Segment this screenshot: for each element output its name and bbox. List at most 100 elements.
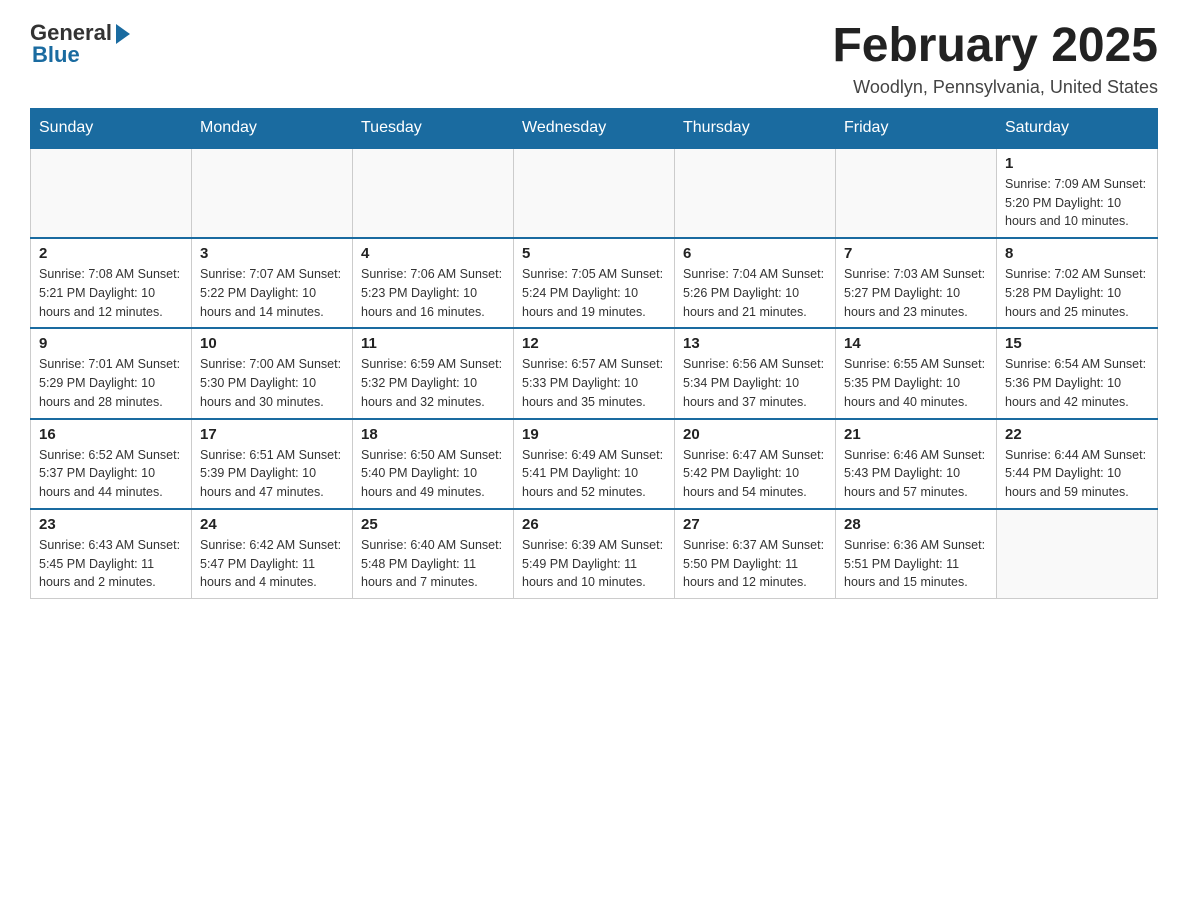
day-info: Sunrise: 6:47 AM Sunset: 5:42 PM Dayligh… [683, 446, 827, 502]
calendar-week-row: 1 Sunrise: 7:09 AM Sunset: 5:20 PM Daylig… [31, 148, 1158, 238]
day-number: 12 [522, 335, 666, 352]
calendar-cell: 21 Sunrise: 6:46 AM Sunset: 5:43 PM Dayli… [836, 419, 997, 509]
day-info: Sunrise: 7:05 AM Sunset: 5:24 PM Dayligh… [522, 265, 666, 321]
calendar-cell: 11 Sunrise: 6:59 AM Sunset: 5:32 PM Dayli… [353, 328, 514, 418]
calendar-cell: 2 Sunrise: 7:08 AM Sunset: 5:21 PM Daylig… [31, 238, 192, 328]
day-number: 21 [844, 426, 988, 443]
day-info: Sunrise: 6:52 AM Sunset: 5:37 PM Dayligh… [39, 446, 183, 502]
month-title: February 2025 [832, 20, 1158, 73]
day-number: 16 [39, 426, 183, 443]
day-info: Sunrise: 7:04 AM Sunset: 5:26 PM Dayligh… [683, 265, 827, 321]
day-info: Sunrise: 6:56 AM Sunset: 5:34 PM Dayligh… [683, 355, 827, 411]
calendar-day-header: Monday [192, 108, 353, 148]
calendar-cell [31, 148, 192, 238]
calendar-cell: 14 Sunrise: 6:55 AM Sunset: 5:35 PM Dayli… [836, 328, 997, 418]
calendar-table: SundayMondayTuesdayWednesdayThursdayFrid… [30, 108, 1158, 599]
calendar-cell: 23 Sunrise: 6:43 AM Sunset: 5:45 PM Dayli… [31, 509, 192, 599]
calendar-cell [675, 148, 836, 238]
calendar-cell: 22 Sunrise: 6:44 AM Sunset: 5:44 PM Dayli… [997, 419, 1158, 509]
day-number: 4 [361, 245, 505, 262]
day-info: Sunrise: 6:57 AM Sunset: 5:33 PM Dayligh… [522, 355, 666, 411]
calendar-cell: 17 Sunrise: 6:51 AM Sunset: 5:39 PM Dayli… [192, 419, 353, 509]
calendar-cell: 25 Sunrise: 6:40 AM Sunset: 5:48 PM Dayli… [353, 509, 514, 599]
calendar-cell: 13Sunrise: 6:56 AM Sunset: 5:34 PM Dayli… [675, 328, 836, 418]
calendar-cell: 19 Sunrise: 6:49 AM Sunset: 5:41 PM Dayli… [514, 419, 675, 509]
day-info: Sunrise: 6:50 AM Sunset: 5:40 PM Dayligh… [361, 446, 505, 502]
calendar-week-row: 9 Sunrise: 7:01 AM Sunset: 5:29 PM Daylig… [31, 328, 1158, 418]
calendar-header-row: SundayMondayTuesdayWednesdayThursdayFrid… [31, 108, 1158, 148]
title-section: February 2025 Woodlyn, Pennsylvania, Uni… [832, 20, 1158, 98]
day-info: Sunrise: 6:39 AM Sunset: 5:49 PM Dayligh… [522, 536, 666, 592]
calendar-cell: 28 Sunrise: 6:36 AM Sunset: 5:51 PM Dayli… [836, 509, 997, 599]
day-number: 22 [1005, 426, 1149, 443]
calendar-cell [997, 509, 1158, 599]
logo-blue-text: Blue [32, 42, 80, 68]
calendar-cell: 10Sunrise: 7:00 AM Sunset: 5:30 PM Dayli… [192, 328, 353, 418]
day-number: 8 [1005, 245, 1149, 262]
day-info: Sunrise: 6:55 AM Sunset: 5:35 PM Dayligh… [844, 355, 988, 411]
day-info: Sunrise: 7:08 AM Sunset: 5:21 PM Dayligh… [39, 265, 183, 321]
day-number: 25 [361, 516, 505, 533]
day-info: Sunrise: 6:51 AM Sunset: 5:39 PM Dayligh… [200, 446, 344, 502]
calendar-cell: 5 Sunrise: 7:05 AM Sunset: 5:24 PM Daylig… [514, 238, 675, 328]
calendar-cell: 7Sunrise: 7:03 AM Sunset: 5:27 PM Daylig… [836, 238, 997, 328]
day-info: Sunrise: 6:37 AM Sunset: 5:50 PM Dayligh… [683, 536, 827, 592]
day-info: Sunrise: 6:36 AM Sunset: 5:51 PM Dayligh… [844, 536, 988, 592]
day-number: 20 [683, 426, 827, 443]
day-number: 1 [1005, 155, 1149, 172]
day-info: Sunrise: 6:59 AM Sunset: 5:32 PM Dayligh… [361, 355, 505, 411]
calendar-cell [353, 148, 514, 238]
calendar-cell: 27 Sunrise: 6:37 AM Sunset: 5:50 PM Dayli… [675, 509, 836, 599]
day-number: 14 [844, 335, 988, 352]
calendar-day-header: Thursday [675, 108, 836, 148]
day-number: 17 [200, 426, 344, 443]
calendar-week-row: 2 Sunrise: 7:08 AM Sunset: 5:21 PM Daylig… [31, 238, 1158, 328]
day-info: Sunrise: 7:07 AM Sunset: 5:22 PM Dayligh… [200, 265, 344, 321]
day-number: 11 [361, 335, 505, 352]
calendar-cell: 24 Sunrise: 6:42 AM Sunset: 5:47 PM Dayli… [192, 509, 353, 599]
day-info: Sunrise: 7:01 AM Sunset: 5:29 PM Dayligh… [39, 355, 183, 411]
calendar-cell: 20 Sunrise: 6:47 AM Sunset: 5:42 PM Dayli… [675, 419, 836, 509]
day-number: 28 [844, 516, 988, 533]
day-number: 23 [39, 516, 183, 533]
logo: General Blue [30, 20, 130, 68]
day-info: Sunrise: 6:54 AM Sunset: 5:36 PM Dayligh… [1005, 355, 1149, 411]
calendar-day-header: Tuesday [353, 108, 514, 148]
day-number: 5 [522, 245, 666, 262]
location-text: Woodlyn, Pennsylvania, United States [832, 77, 1158, 98]
calendar-cell: 15 Sunrise: 6:54 AM Sunset: 5:36 PM Dayli… [997, 328, 1158, 418]
calendar-cell: 18Sunrise: 6:50 AM Sunset: 5:40 PM Dayli… [353, 419, 514, 509]
day-info: Sunrise: 6:43 AM Sunset: 5:45 PM Dayligh… [39, 536, 183, 592]
day-number: 27 [683, 516, 827, 533]
page-header: General Blue February 2025 Woodlyn, Penn… [30, 20, 1158, 98]
calendar-cell: 9 Sunrise: 7:01 AM Sunset: 5:29 PM Daylig… [31, 328, 192, 418]
calendar-cell [514, 148, 675, 238]
day-info: Sunrise: 6:44 AM Sunset: 5:44 PM Dayligh… [1005, 446, 1149, 502]
day-number: 6 [683, 245, 827, 262]
calendar-cell: 3Sunrise: 7:07 AM Sunset: 5:22 PM Daylig… [192, 238, 353, 328]
day-number: 2 [39, 245, 183, 262]
calendar-cell [192, 148, 353, 238]
day-info: Sunrise: 7:03 AM Sunset: 5:27 PM Dayligh… [844, 265, 988, 321]
calendar-day-header: Saturday [997, 108, 1158, 148]
day-info: Sunrise: 6:40 AM Sunset: 5:48 PM Dayligh… [361, 536, 505, 592]
day-number: 10 [200, 335, 344, 352]
calendar-cell: 4Sunrise: 7:06 AM Sunset: 5:23 PM Daylig… [353, 238, 514, 328]
calendar-day-header: Wednesday [514, 108, 675, 148]
calendar-cell: 8 Sunrise: 7:02 AM Sunset: 5:28 PM Daylig… [997, 238, 1158, 328]
day-info: Sunrise: 7:02 AM Sunset: 5:28 PM Dayligh… [1005, 265, 1149, 321]
calendar-cell: 6 Sunrise: 7:04 AM Sunset: 5:26 PM Daylig… [675, 238, 836, 328]
calendar-day-header: Sunday [31, 108, 192, 148]
day-number: 15 [1005, 335, 1149, 352]
day-number: 9 [39, 335, 183, 352]
day-info: Sunrise: 6:49 AM Sunset: 5:41 PM Dayligh… [522, 446, 666, 502]
calendar-week-row: 16 Sunrise: 6:52 AM Sunset: 5:37 PM Dayli… [31, 419, 1158, 509]
day-number: 19 [522, 426, 666, 443]
day-info: Sunrise: 6:46 AM Sunset: 5:43 PM Dayligh… [844, 446, 988, 502]
calendar-cell: 16 Sunrise: 6:52 AM Sunset: 5:37 PM Dayli… [31, 419, 192, 509]
calendar-day-header: Friday [836, 108, 997, 148]
day-number: 24 [200, 516, 344, 533]
calendar-cell: 12 Sunrise: 6:57 AM Sunset: 5:33 PM Dayli… [514, 328, 675, 418]
day-info: Sunrise: 7:09 AM Sunset: 5:20 PM Dayligh… [1005, 175, 1149, 231]
day-info: Sunrise: 6:42 AM Sunset: 5:47 PM Dayligh… [200, 536, 344, 592]
